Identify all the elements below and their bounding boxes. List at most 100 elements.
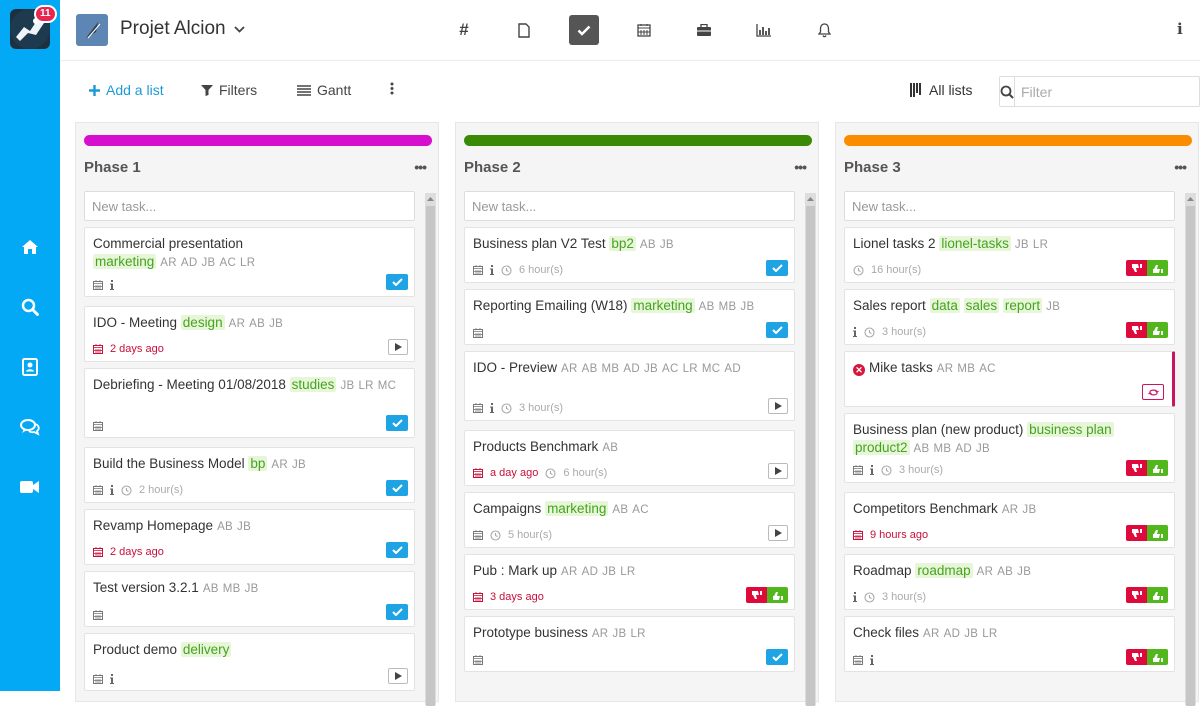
scroll-up-icon[interactable] [1185,193,1196,205]
scroll-up-icon[interactable] [425,193,436,205]
calendar-icon[interactable] [853,465,863,475]
user-initials[interactable]: LR [240,257,255,269]
tag-label[interactable]: marketing [93,254,157,269]
calendar-icon[interactable] [629,15,659,45]
user-initials[interactable]: JB [976,443,990,455]
user-initials[interactable]: JB [269,318,283,330]
thumbs-down-icon[interactable] [746,587,767,603]
thumbs-down-icon[interactable] [1126,260,1147,276]
list-menu-icon[interactable]: ••• [794,159,807,175]
info-icon[interactable] [490,265,494,275]
user-initials[interactable]: MB [957,363,975,375]
task-card[interactable]: IDO - Meeting design AR AB JB 2 days ago [84,306,415,362]
thumbs-down-icon[interactable] [1126,587,1147,603]
user-initials[interactable]: LR [620,566,635,578]
filters-button[interactable]: Filters [201,82,257,98]
user-initials[interactable]: AD [582,566,599,578]
user-initials[interactable]: AB [217,521,233,533]
tag-label[interactable]: marketing [631,298,695,313]
info-icon[interactable] [110,280,114,290]
user-initials[interactable]: JB [1015,239,1029,251]
tag-label[interactable]: lionel-tasks [939,236,1011,251]
task-card[interactable]: Debriefing - Meeting 01/08/2018 studies J… [84,368,415,438]
more-options-icon[interactable] [390,82,394,95]
user-initials[interactable]: AR [1002,504,1019,516]
user-initials[interactable]: JB [340,380,354,392]
hash-icon[interactable]: # [449,15,479,45]
user-initials[interactable]: AB [640,239,656,251]
info-icon[interactable] [853,592,857,602]
user-initials[interactable]: AD [623,363,640,375]
user-initials[interactable]: MB [719,301,737,313]
user-initials[interactable]: JB [237,521,251,533]
user-initials[interactable]: AR [592,628,609,640]
task-card[interactable]: ✕ Mike tasks AR MB AC [844,351,1175,407]
tag-label[interactable]: report [1002,298,1043,313]
user-initials[interactable]: JB [1046,301,1060,313]
user-initials[interactable]: MB [602,363,620,375]
tag-label[interactable]: design [180,315,225,330]
user-initials[interactable]: JB [292,459,306,471]
calendar-icon[interactable] [93,485,103,495]
document-icon[interactable] [509,15,539,45]
user-initials[interactable]: JB [201,257,215,269]
task-card[interactable]: Campaigns marketing AB AC 5 hour(s) [464,492,795,548]
user-initials[interactable]: AD [181,257,198,269]
tag-label[interactable]: roadmap [915,563,973,578]
search-icon[interactable] [1000,77,1015,106]
complete-checkbox-icon[interactable] [766,649,788,665]
user-initials[interactable]: JB [644,363,658,375]
calendar-icon[interactable] [473,530,483,540]
task-card[interactable]: Build the Business Model bp AR JB 2 hour(s) [84,447,415,503]
user-initials[interactable]: LR [1033,239,1048,251]
thumbs-down-icon[interactable] [1126,322,1147,338]
task-card[interactable]: Pub : Mark up AR AD JB LR 3 days ago [464,554,795,610]
user-initials[interactable]: MC [378,380,397,392]
thumbs-up-icon[interactable] [1147,322,1168,338]
task-card[interactable]: Products Benchmark AB a day ago 6 hour(s) [464,430,795,486]
search-icon[interactable] [18,296,42,318]
user-initials[interactable]: LR [358,380,373,392]
tag-label[interactable]: bp2 [609,236,636,251]
start-play-icon[interactable] [768,525,788,541]
user-initials[interactable]: JB [612,628,626,640]
info-icon[interactable]: i [1177,20,1183,38]
user-initials[interactable]: AB [914,443,930,455]
user-initials[interactable]: AC [979,363,996,375]
start-play-icon[interactable] [768,463,788,479]
new-task-input[interactable] [84,191,415,221]
calendar-icon[interactable] [473,265,483,275]
user-initials[interactable]: JB [740,301,754,313]
user-initials[interactable]: AR [160,257,177,269]
user-initials[interactable]: AR [561,363,578,375]
user-initials[interactable]: JB [602,566,616,578]
info-icon[interactable] [870,465,874,475]
user-initials[interactable]: AR [977,566,994,578]
thumbs-down-icon[interactable] [1126,649,1147,665]
briefcase-icon[interactable] [689,15,719,45]
start-play-icon[interactable] [388,668,408,684]
thumbs-up-icon[interactable] [1147,587,1168,603]
user-initials[interactable]: AC [219,257,236,269]
user-initials[interactable]: AR [271,459,288,471]
user-initials[interactable]: MB [934,443,952,455]
task-card[interactable]: Business plan V2 Test bp2 AB JB 6 hour(s) [464,227,795,283]
gantt-button[interactable]: Gantt [297,82,351,98]
thumbs-up-icon[interactable] [1147,525,1168,541]
contacts-icon[interactable] [18,356,42,378]
user-initials[interactable]: AD [955,443,972,455]
calendar-icon[interactable] [853,655,863,665]
user-initials[interactable]: LR [683,363,698,375]
complete-checkbox-icon[interactable] [766,260,788,276]
user-initials[interactable]: JB [660,239,674,251]
info-icon[interactable] [853,327,857,337]
task-card[interactable]: Check files AR AD JB LR [844,616,1175,672]
tag-label[interactable]: data [929,298,960,313]
user-initials[interactable]: AR [561,566,578,578]
thumbs-down-icon[interactable] [1126,525,1147,541]
tag-label[interactable]: product2 [853,440,910,455]
calendar-icon[interactable] [473,403,483,413]
user-initials[interactable]: AD [944,628,961,640]
tag-label[interactable]: bp [248,456,268,471]
task-card[interactable]: Competitors Benchmark AR JB 9 hours ago [844,492,1175,548]
